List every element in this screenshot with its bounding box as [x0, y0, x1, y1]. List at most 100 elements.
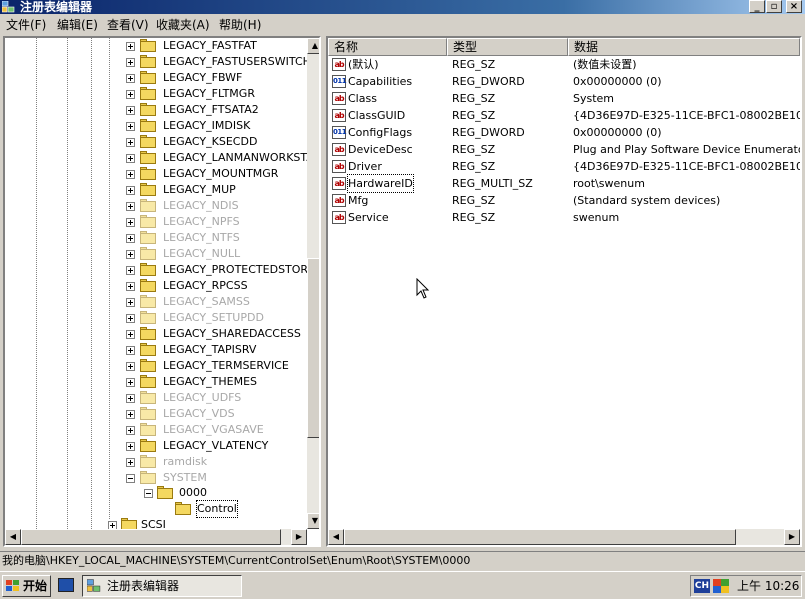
ime-indicator[interactable]: CH [694, 579, 710, 593]
value-row[interactable]: ab HardwareID REG_MULTI_SZ root\swenum [328, 174, 800, 193]
tree-item[interactable]: LEGACY_SETUPDD [123, 310, 307, 326]
expand-icon[interactable] [126, 458, 135, 467]
expand-icon[interactable] [126, 170, 135, 179]
close-button[interactable]: × [786, 0, 802, 13]
value-row[interactable]: ab (默认) REG_SZ (数值未设置) [328, 56, 800, 73]
expand-icon[interactable] [126, 266, 135, 275]
expand-icon[interactable] [126, 154, 135, 163]
tree-item[interactable]: LEGACY_FLTMGR [123, 86, 307, 102]
column-header-data[interactable]: 数据 [568, 38, 800, 56]
scroll-thumb[interactable] [307, 258, 319, 438]
tree-item[interactable]: LEGACY_PROTECTEDSTORAG [123, 262, 319, 278]
scroll-left-button[interactable]: ◀ [328, 529, 344, 545]
expand-icon[interactable] [126, 218, 135, 227]
value-row[interactable]: ab ClassGUID REG_SZ {4D36E97D-E325-11CE-BFC… [328, 107, 800, 124]
expand-icon[interactable] [126, 282, 135, 291]
tree-item[interactable]: LEGACY_UDFS [123, 390, 307, 406]
tree-vertical-scrollbar[interactable]: ▲ ▼ [307, 38, 319, 529]
tree-item[interactable]: LEGACY_FASTFAT [123, 38, 307, 54]
clock[interactable]: 上午 10:26 [737, 576, 799, 596]
tree-item[interactable]: LEGACY_MUP [123, 182, 307, 198]
scroll-down-button[interactable]: ▼ [307, 513, 319, 529]
value-row[interactable]: 011 ConfigFlags REG_DWORD 0x00000000 (0) [328, 124, 800, 141]
value-row[interactable]: ab Mfg REG_SZ (Standard system devices) [328, 192, 800, 209]
expand-icon[interactable] [126, 346, 135, 355]
tree-item[interactable]: LEGACY_SAMSS [123, 294, 307, 310]
expand-icon[interactable] [126, 106, 135, 115]
column-header-name[interactable]: 名称 [328, 38, 447, 56]
tree-item[interactable]: LEGACY_FASTUSERSWITCHIN [123, 54, 319, 70]
tree-item[interactable]: LEGACY_MOUNTMGR [123, 166, 307, 182]
tree-item[interactable]: LEGACY_TERMSERVICE [123, 358, 307, 374]
tree-item[interactable]: LEGACY_NPFS [123, 214, 307, 230]
value-row[interactable]: ab Driver REG_SZ {4D36E97D-E325-11CE-BFC1-0… [328, 158, 800, 175]
value-row[interactable]: ab DeviceDesc REG_SZ Plug and Play Software… [328, 141, 800, 158]
expand-icon[interactable] [126, 186, 135, 195]
menu-help[interactable]: 帮助(H) [219, 17, 261, 33]
scroll-thumb[interactable] [21, 529, 281, 545]
expand-icon[interactable] [126, 234, 135, 243]
expand-icon[interactable] [126, 58, 135, 67]
expand-icon[interactable] [126, 314, 135, 323]
tree-item[interactable]: LEGACY_KSECDD [123, 134, 307, 150]
show-desktop-icon[interactable] [58, 578, 74, 592]
start-button[interactable]: 开始 [2, 575, 51, 597]
expand-icon[interactable] [126, 362, 135, 371]
expand-icon[interactable] [126, 298, 135, 307]
scroll-left-button[interactable]: ◀ [5, 529, 21, 545]
tree-item[interactable]: LEGACY_LANMANWORKSTATI [123, 150, 319, 166]
menu-edit[interactable]: 编辑(E) [57, 17, 98, 33]
minimize-button[interactable]: _ [749, 0, 765, 13]
scroll-thumb[interactable] [344, 529, 736, 545]
tree-item[interactable]: LEGACY_RPCSS [123, 278, 307, 294]
tree-item[interactable]: LEGACY_TAPISRV [123, 342, 307, 358]
language-bar-icon[interactable] [713, 579, 729, 593]
scroll-right-button[interactable]: ▶ [784, 529, 800, 545]
expand-icon[interactable] [126, 90, 135, 99]
tree-item[interactable]: SYSTEM [123, 470, 307, 486]
list-horizontal-scrollbar[interactable]: ◀ ▶ [328, 529, 800, 545]
tree-item[interactable]: LEGACY_FBWF [123, 70, 307, 86]
values-list[interactable]: 名称 类型 数据 ab (默认) REG_SZ (数值未设置) 011 Capabilit… [326, 36, 802, 547]
menu-view[interactable]: 查看(V) [107, 17, 149, 33]
menu-file[interactable]: 文件(F) [6, 17, 46, 33]
tree-item[interactable]: LEGACY_NTFS [123, 230, 307, 246]
column-header-type[interactable]: 类型 [447, 38, 568, 56]
expand-icon[interactable] [126, 394, 135, 403]
tree-item[interactable]: ramdisk [123, 454, 307, 470]
value-row[interactable]: 011 Capabilities REG_DWORD 0x00000000 (0) [328, 73, 800, 90]
scroll-up-button[interactable]: ▲ [307, 38, 319, 54]
expand-icon[interactable] [126, 426, 135, 435]
tree-item[interactable]: LEGACY_FTSATA2 [123, 102, 307, 118]
tree-horizontal-scrollbar[interactable]: ◀ ▶ [5, 529, 307, 545]
scroll-right-button[interactable]: ▶ [291, 529, 307, 545]
expand-icon[interactable] [126, 202, 135, 211]
expand-icon[interactable] [126, 442, 135, 451]
title-bar[interactable]: 注册表编辑器 _ ▫ × [0, 0, 805, 14]
tree-item-control[interactable]: Control [159, 500, 299, 518]
expand-icon[interactable] [126, 74, 135, 83]
expand-icon[interactable] [126, 122, 135, 131]
expand-icon[interactable] [126, 378, 135, 387]
expand-icon[interactable] [126, 42, 135, 51]
tree-item[interactable]: LEGACY_NDIS [123, 198, 307, 214]
tree-item[interactable]: LEGACY_VLATENCY [123, 438, 307, 454]
expand-icon[interactable] [126, 410, 135, 419]
tree-item[interactable]: LEGACY_SHAREDACCESS [123, 326, 307, 342]
tree-item[interactable]: LEGACY_VGASAVE [123, 422, 307, 438]
value-row[interactable]: ab Service REG_SZ swenum [328, 209, 800, 226]
value-row[interactable]: ab Class REG_SZ System [328, 90, 800, 107]
collapse-icon[interactable] [144, 489, 153, 498]
maximize-button[interactable]: ▫ [766, 0, 782, 13]
tree-item[interactable]: LEGACY_IMDISK [123, 118, 307, 134]
collapse-icon[interactable] [126, 474, 135, 483]
expand-icon[interactable] [126, 250, 135, 259]
expand-icon[interactable] [126, 138, 135, 147]
tree-item[interactable]: LEGACY_VDS [123, 406, 307, 422]
key-tree[interactable]: LEGACY_FASTFAT LEGACY_FASTUSERSWITCHIN LEG… [3, 36, 321, 547]
taskbar-button-regedit[interactable]: 注册表编辑器 [82, 575, 242, 597]
tree-item-0000[interactable]: 0000 [141, 485, 301, 501]
expand-icon[interactable] [126, 330, 135, 339]
tree-item[interactable]: LEGACY_THEMES [123, 374, 307, 390]
menu-favorites[interactable]: 收藏夹(A) [156, 17, 210, 33]
